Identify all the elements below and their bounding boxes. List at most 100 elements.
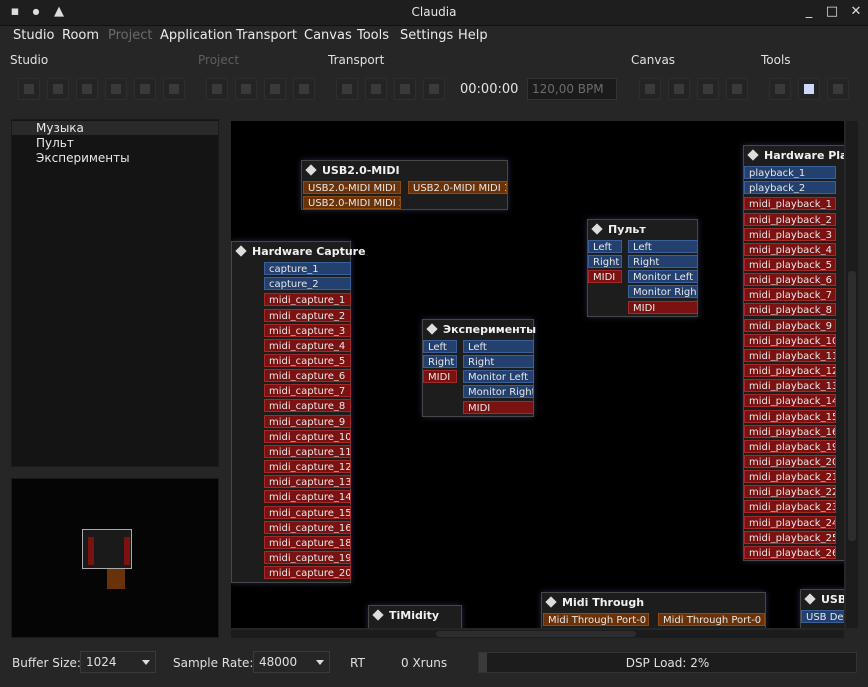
port-in[interactable]: USB Dev [801, 610, 844, 623]
client-experiments[interactable]: Эксперименты Left Right MIDI Left Right … [422, 319, 536, 417]
port-audio[interactable]: playback_2 [744, 181, 836, 195]
port-audio[interactable]: capture_2 [264, 277, 351, 291]
menu-transport[interactable]: Transport [236, 28, 297, 43]
client-usb-midi[interactable]: USB2.0-MIDI USB2.0-MIDI MIDI 1 USB2.0-MI… [301, 160, 508, 210]
port-midi[interactable]: midi_playback_3 [744, 227, 836, 241]
save-as-studio-button[interactable] [105, 78, 127, 100]
port-out[interactable]: USB2.0-MIDI MIDI 1 [303, 181, 401, 194]
zoom-fit-button[interactable] [639, 78, 661, 100]
port-audio[interactable]: playback_1 [744, 166, 836, 179]
port-midi[interactable]: midi_playback_15 [744, 409, 836, 423]
port-out-right[interactable]: Right [463, 355, 534, 368]
port-midi[interactable]: midi_capture_4 [264, 338, 351, 352]
zoom-in-button[interactable] [668, 78, 690, 100]
port-midi[interactable]: midi_playback_24 [744, 515, 836, 529]
port-midi[interactable]: midi_playback_10 [744, 333, 836, 347]
client-usb[interactable]: USB USB Dev [800, 589, 844, 628]
logs-button[interactable] [827, 78, 849, 100]
menu-project[interactable]: Project [108, 28, 152, 43]
new-studio-button[interactable] [18, 78, 40, 100]
port-midi[interactable]: midi_playback_26 [744, 545, 836, 559]
play-button[interactable] [336, 78, 358, 100]
port-midi[interactable]: midi_capture_9 [264, 414, 351, 428]
forward-button[interactable] [423, 78, 445, 100]
client-hardware-capture[interactable]: Hardware Capture capture_1 capture_2 midi_… [231, 241, 366, 583]
menu-help[interactable]: Help [458, 28, 488, 43]
room-item-pult[interactable]: Пульт [36, 136, 74, 150]
canvas-horizontal-scrollbar[interactable] [231, 630, 844, 638]
port-midi[interactable]: midi_capture_19 [264, 550, 351, 564]
port-out-left[interactable]: Left [628, 240, 698, 253]
stop-button[interactable] [365, 78, 387, 100]
open-project-button[interactable] [235, 78, 257, 100]
port-out[interactable]: USB2.0-MIDI MIDI 2 [303, 196, 401, 209]
start-studio-button[interactable] [134, 78, 156, 100]
port-midi[interactable]: midi_playback_12 [744, 364, 836, 378]
rewind-button[interactable] [394, 78, 416, 100]
save-studio-button[interactable] [76, 78, 98, 100]
port-out-monitor-right[interactable]: Monitor Right [463, 385, 534, 398]
maximize-icon[interactable]: □ [823, 3, 841, 21]
zoom-out-button[interactable] [697, 78, 719, 100]
port-midi[interactable]: midi_playback_11 [744, 348, 836, 362]
port-in-left[interactable]: Left [588, 240, 622, 253]
port-midi[interactable]: midi_playback_25 [744, 530, 836, 544]
new-project-button[interactable] [206, 78, 228, 100]
room-item-experiments[interactable]: Эксперименты [36, 151, 130, 165]
client-hardware-playback[interactable]: Hardware Playb playback_1 playback_2 midi_… [743, 145, 844, 561]
port-out-monitor-left[interactable]: Monitor Left [463, 370, 534, 383]
menu-settings[interactable]: Settings [400, 28, 453, 43]
close-icon[interactable]: ✕ [847, 3, 865, 21]
port-midi[interactable]: midi_playback_21 [744, 470, 836, 484]
port-midi[interactable]: midi_capture_5 [264, 354, 351, 367]
port-out-monitor-left[interactable]: Monitor Left [628, 270, 698, 283]
port-in-midi[interactable]: MIDI [588, 270, 622, 283]
port-midi[interactable]: midi_capture_8 [264, 399, 351, 413]
port-midi[interactable]: midi_playback_23 [744, 500, 836, 514]
port-midi[interactable]: midi_playback_6 [744, 273, 836, 287]
port-midi[interactable]: midi_playback_19 [744, 439, 836, 453]
port-in-left[interactable]: Left [423, 340, 457, 353]
canvas-minimap[interactable] [11, 478, 219, 638]
buffer-size-select[interactable]: 1024 [80, 651, 156, 673]
port-midi[interactable]: midi_capture_18 [264, 535, 351, 549]
port-out-midi[interactable]: MIDI [628, 301, 698, 314]
port-midi[interactable]: midi_playback_5 [744, 258, 836, 271]
port-midi[interactable]: midi_capture_12 [264, 460, 351, 474]
bpm-field[interactable]: 120,00 BPM [527, 78, 617, 100]
port-out[interactable]: Midi Through Port-0 [543, 613, 649, 626]
port-midi[interactable]: midi_capture_20 [264, 566, 351, 580]
menu-tools[interactable]: Tools [357, 28, 389, 43]
load-studio-button[interactable] [47, 78, 69, 100]
stop-studio-button[interactable] [163, 78, 185, 100]
port-midi[interactable]: midi_playback_16 [744, 424, 836, 438]
port-in-midi[interactable]: MIDI [423, 370, 457, 383]
sample-rate-select[interactable]: 48000 [253, 651, 330, 673]
port-in-right[interactable]: Right [588, 255, 622, 268]
port-out-right[interactable]: Right [628, 255, 698, 268]
menu-application[interactable]: Application [160, 28, 233, 43]
client-midi-through[interactable]: Midi Through Midi Through Port-0 Midi Th… [541, 592, 766, 628]
mixer-button[interactable] [798, 78, 820, 100]
canvas-vertical-scrollbar[interactable] [846, 121, 858, 628]
client-pult[interactable]: Пульт Left Right MIDI Left Right Monitor… [587, 219, 698, 317]
port-audio[interactable]: capture_1 [264, 262, 351, 275]
port-midi[interactable]: midi_playback_14 [744, 394, 836, 408]
port-midi[interactable]: midi_capture_15 [264, 505, 351, 519]
port-in[interactable]: Midi Through Port-0 [658, 613, 765, 626]
client-timidity[interactable]: TiMidity [368, 605, 462, 628]
port-midi[interactable]: midi_playback_7 [744, 288, 836, 302]
menu-room[interactable]: Room [62, 28, 99, 43]
port-out-midi[interactable]: MIDI [463, 401, 534, 414]
port-midi[interactable]: midi_playback_20 [744, 454, 836, 468]
port-midi[interactable]: midi_capture_7 [264, 384, 351, 398]
port-midi[interactable]: midi_capture_1 [264, 293, 351, 307]
menu-studio[interactable]: Studio [13, 28, 54, 43]
port-midi[interactable]: midi_playback_1 [744, 197, 836, 211]
port-out-monitor-right[interactable]: Monitor Right [628, 285, 698, 298]
xruns-counter[interactable]: 0 Xruns [401, 656, 447, 670]
port-midi[interactable]: midi_capture_13 [264, 475, 351, 489]
port-midi[interactable]: midi_capture_14 [264, 490, 351, 504]
patchbay-canvas[interactable]: USB2.0-MIDI USB2.0-MIDI MIDI 1 USB2.0-MI… [231, 121, 844, 628]
port-midi[interactable]: midi_playback_9 [744, 318, 836, 332]
